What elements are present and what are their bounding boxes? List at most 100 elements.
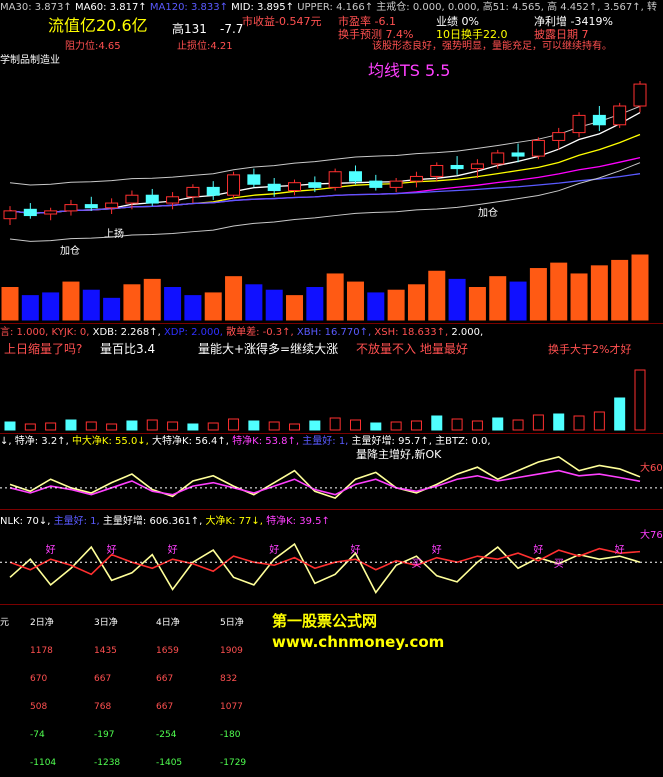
nlk-good-tag: 好 [167, 545, 178, 556]
table-cell: -1238 [94, 757, 121, 768]
turnover-bar [207, 422, 219, 431]
candle-body [267, 183, 281, 192]
table-cell: 667 [94, 673, 112, 684]
volume-bar [164, 287, 182, 321]
candle-body [105, 202, 119, 209]
watermark-title: 第一股票公式网 [272, 612, 378, 630]
net-inflow-table: 元 2日净 3日净 4日净 5日净 1178 1435 1659 1909 67… [0, 609, 268, 777]
table-cell: -180 [220, 729, 241, 740]
candle-body [84, 204, 98, 209]
volume-value: 散单差: -0.3↑, [226, 327, 297, 338]
table-header: 4日净 [156, 617, 180, 628]
turnover-bar [289, 423, 301, 431]
table-cell [0, 749, 30, 777]
candle-body [409, 175, 423, 182]
candle-body [592, 114, 606, 126]
volume-hint: 量能大+涨得多=继续大涨 [198, 342, 339, 356]
table-cell: 670 [30, 673, 48, 684]
nlk-right-label: 大76 [640, 530, 663, 541]
candle-body [288, 182, 302, 192]
turnover-bar [471, 420, 483, 431]
industry-label: 学制品制造业 [0, 55, 60, 66]
volume-bar [286, 295, 304, 321]
turnover-forecast: 换手预测 7.4% [338, 28, 414, 41]
table-header-row: 元 2日净 3日净 4日净 5日净 [0, 609, 268, 637]
turnover-bar [349, 419, 361, 431]
turnover-bar [634, 369, 646, 431]
turnover-bar [268, 421, 280, 431]
candle-body [186, 186, 200, 198]
volume-bar [611, 259, 629, 321]
turnover-bar [593, 411, 605, 431]
volume-bar [387, 289, 405, 321]
turnover-bar [370, 422, 382, 431]
volume-bar [489, 276, 507, 321]
table-cell: 667 [156, 701, 174, 712]
nlk-value: 主量好: 1, [53, 516, 103, 527]
turnover-bar [146, 419, 158, 431]
pattern-note: 该股形态良好，强势明显，量能充足，可以继续持有。 [372, 41, 612, 52]
table-cell: 832 [220, 673, 238, 684]
candle-body [491, 152, 505, 165]
fund-value: 大特净K: 56.4↑, [152, 436, 233, 447]
candle-body [348, 171, 362, 182]
volume-value: 言: 1.000, KYJK: 0, [0, 327, 93, 338]
volume-bar [82, 289, 100, 321]
volume-ratio: 量百比3.4 [100, 342, 156, 356]
volume-info-line: 言: 1.000, KYJK: 0, XDB: 2.268↑, XDP: 2.0… [0, 327, 483, 339]
table-cell: 1178 [30, 645, 53, 656]
support-label: 止损位:4.21 [177, 41, 233, 52]
volume-bar [42, 292, 60, 321]
table-header: 元 [0, 617, 10, 628]
candle-body [206, 186, 220, 196]
table-row: 670 667 667 832 [0, 665, 268, 693]
turnover-bar [65, 419, 77, 431]
volume-value: 2.000, [451, 327, 484, 338]
volume-tip: 不放量不入 地量最好 [356, 342, 468, 356]
ma-value: MA30: 3.873↑ [0, 2, 75, 13]
table-cell: 1077 [220, 701, 243, 712]
nlk-good-tag: 好 [614, 545, 625, 556]
table-row: 508 768 667 1077 [0, 693, 268, 721]
turnover-bar [614, 397, 626, 431]
candle-body [64, 204, 78, 212]
volume-bar [306, 287, 324, 321]
candle-body [389, 180, 403, 188]
table-cell: 1909 [220, 645, 243, 656]
table-header: 2日净 [30, 617, 54, 628]
nlk-info-line: NLK: 70↓, 主量好: 1, 主量好增: 606.361↑, 大净K: 7… [0, 516, 330, 528]
turnover-bar [512, 419, 524, 431]
table-cell: 1659 [156, 645, 179, 656]
turnover-10d: 10日换手22.0 [436, 28, 508, 41]
ma-line-10 [9, 133, 641, 214]
pe-ratio: 市盈率 -6.1 [338, 15, 396, 28]
table-row: 1178 1435 1659 1909 [0, 637, 268, 665]
table-header: 3日净 [94, 617, 118, 628]
table-cell: -74 [30, 729, 45, 740]
high-value: -7.7 [220, 22, 244, 36]
volume-bar [631, 254, 649, 321]
candle-body [572, 114, 586, 134]
ma-value: MA120: 3.833↑ [149, 2, 232, 13]
volume-bar [123, 284, 141, 321]
fund-info-line: ↓, 特净: 3.2↑, 中大净K: 55.0↓, 大特净K: 56.4↑, 特… [0, 436, 491, 448]
volume-bar [550, 262, 568, 321]
volume-bar [21, 295, 39, 321]
candle-body [125, 194, 139, 204]
fund-value: 主量好增: 95.7↑, [351, 436, 436, 447]
table-cell [0, 721, 30, 749]
table-cell: 768 [94, 701, 112, 712]
disclosure-date: 披露日期 7 [534, 28, 589, 41]
turnover-bar [573, 415, 585, 431]
volume-bar [245, 284, 263, 321]
volume-bar [468, 287, 486, 321]
pe-income: 市收益-0.547元 [242, 15, 322, 28]
volume-value: XBH: 16.770↑, [296, 327, 375, 338]
ma-value: 主戒仓: 0.000, [376, 2, 448, 13]
volume-bar [407, 284, 425, 321]
candle-body [166, 196, 180, 204]
table-cell: -1104 [30, 757, 57, 768]
fund-series-line [9, 469, 641, 496]
turnover-bar [390, 421, 402, 431]
volume-bar [570, 273, 588, 321]
